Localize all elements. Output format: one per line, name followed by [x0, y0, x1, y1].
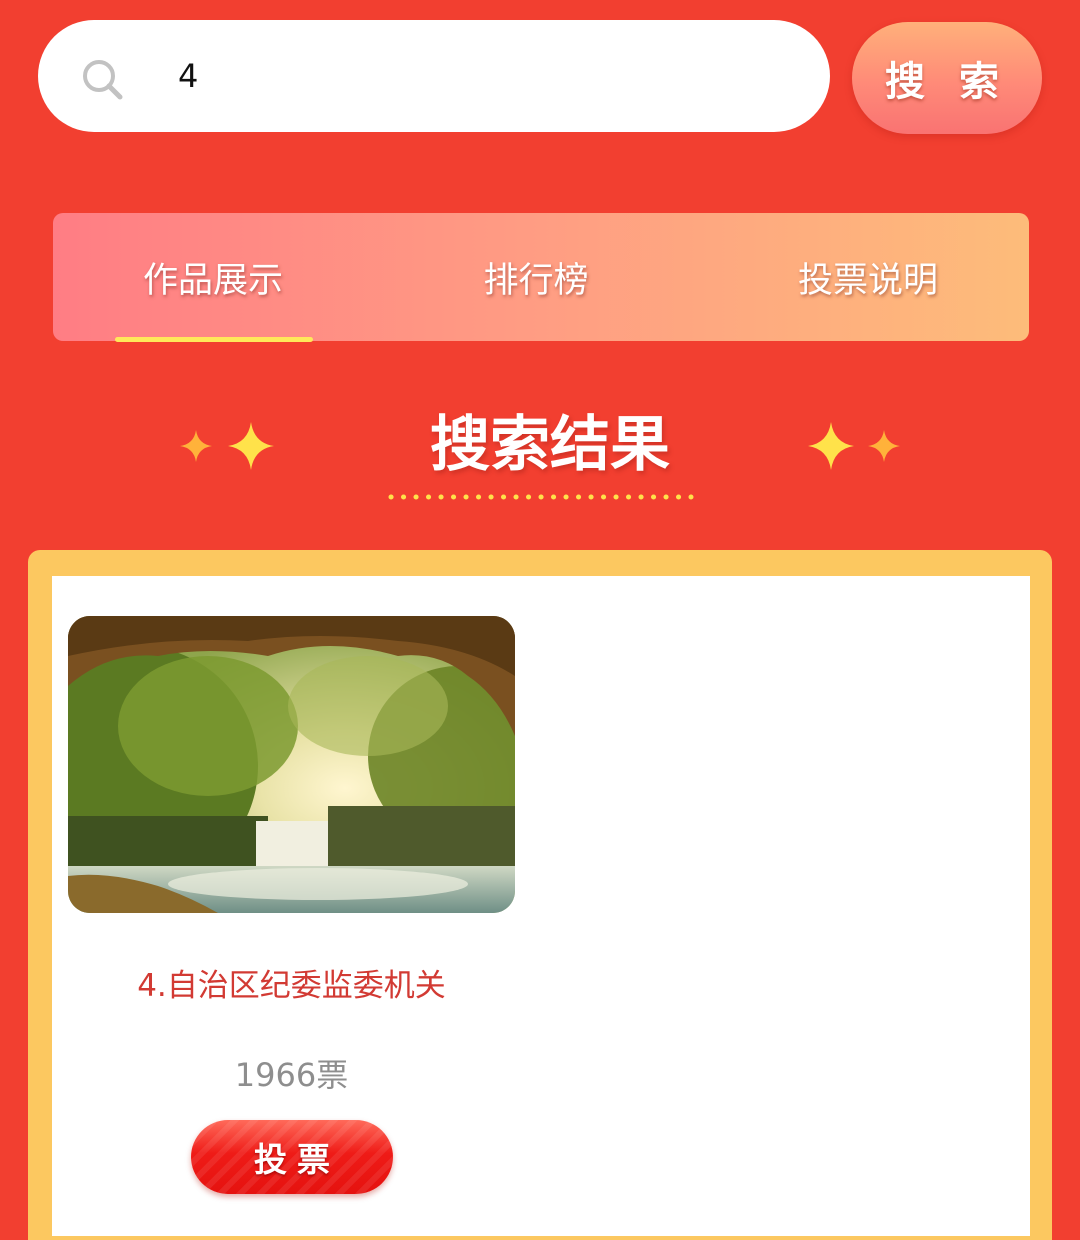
search-button[interactable]: 搜 索 [852, 22, 1042, 134]
sparkle-left-small-icon [180, 430, 212, 462]
tab-vote-rules[interactable]: 投票说明 [743, 213, 993, 341]
tab-works[interactable]: 作品展示 [93, 213, 333, 341]
tab-bar: 作品展示 排行榜 投票说明 [53, 213, 1029, 342]
sparkle-left-large-icon [228, 422, 274, 470]
result-card-title[interactable]: 4.自治区纪委监委机关 [68, 958, 515, 1014]
vote-button[interactable]: 投票 [191, 1120, 393, 1194]
active-tab-indicator [115, 337, 313, 342]
search-box[interactable] [38, 20, 830, 132]
section-title: 搜索结果 [430, 410, 670, 480]
tab-ranking[interactable]: 排行榜 [416, 213, 656, 341]
search-icon [83, 60, 123, 100]
vote-button-label: 投票 [254, 1140, 340, 1179]
title-dotted-underline [388, 494, 694, 500]
result-card-image[interactable] [68, 616, 515, 913]
sparkle-right-small-icon [868, 430, 900, 462]
sparkle-right-large-icon [808, 422, 854, 470]
waterfall-photo [68, 616, 515, 913]
result-card-votes: 1966票 [234, 1056, 349, 1094]
search-input[interactable] [178, 50, 818, 102]
